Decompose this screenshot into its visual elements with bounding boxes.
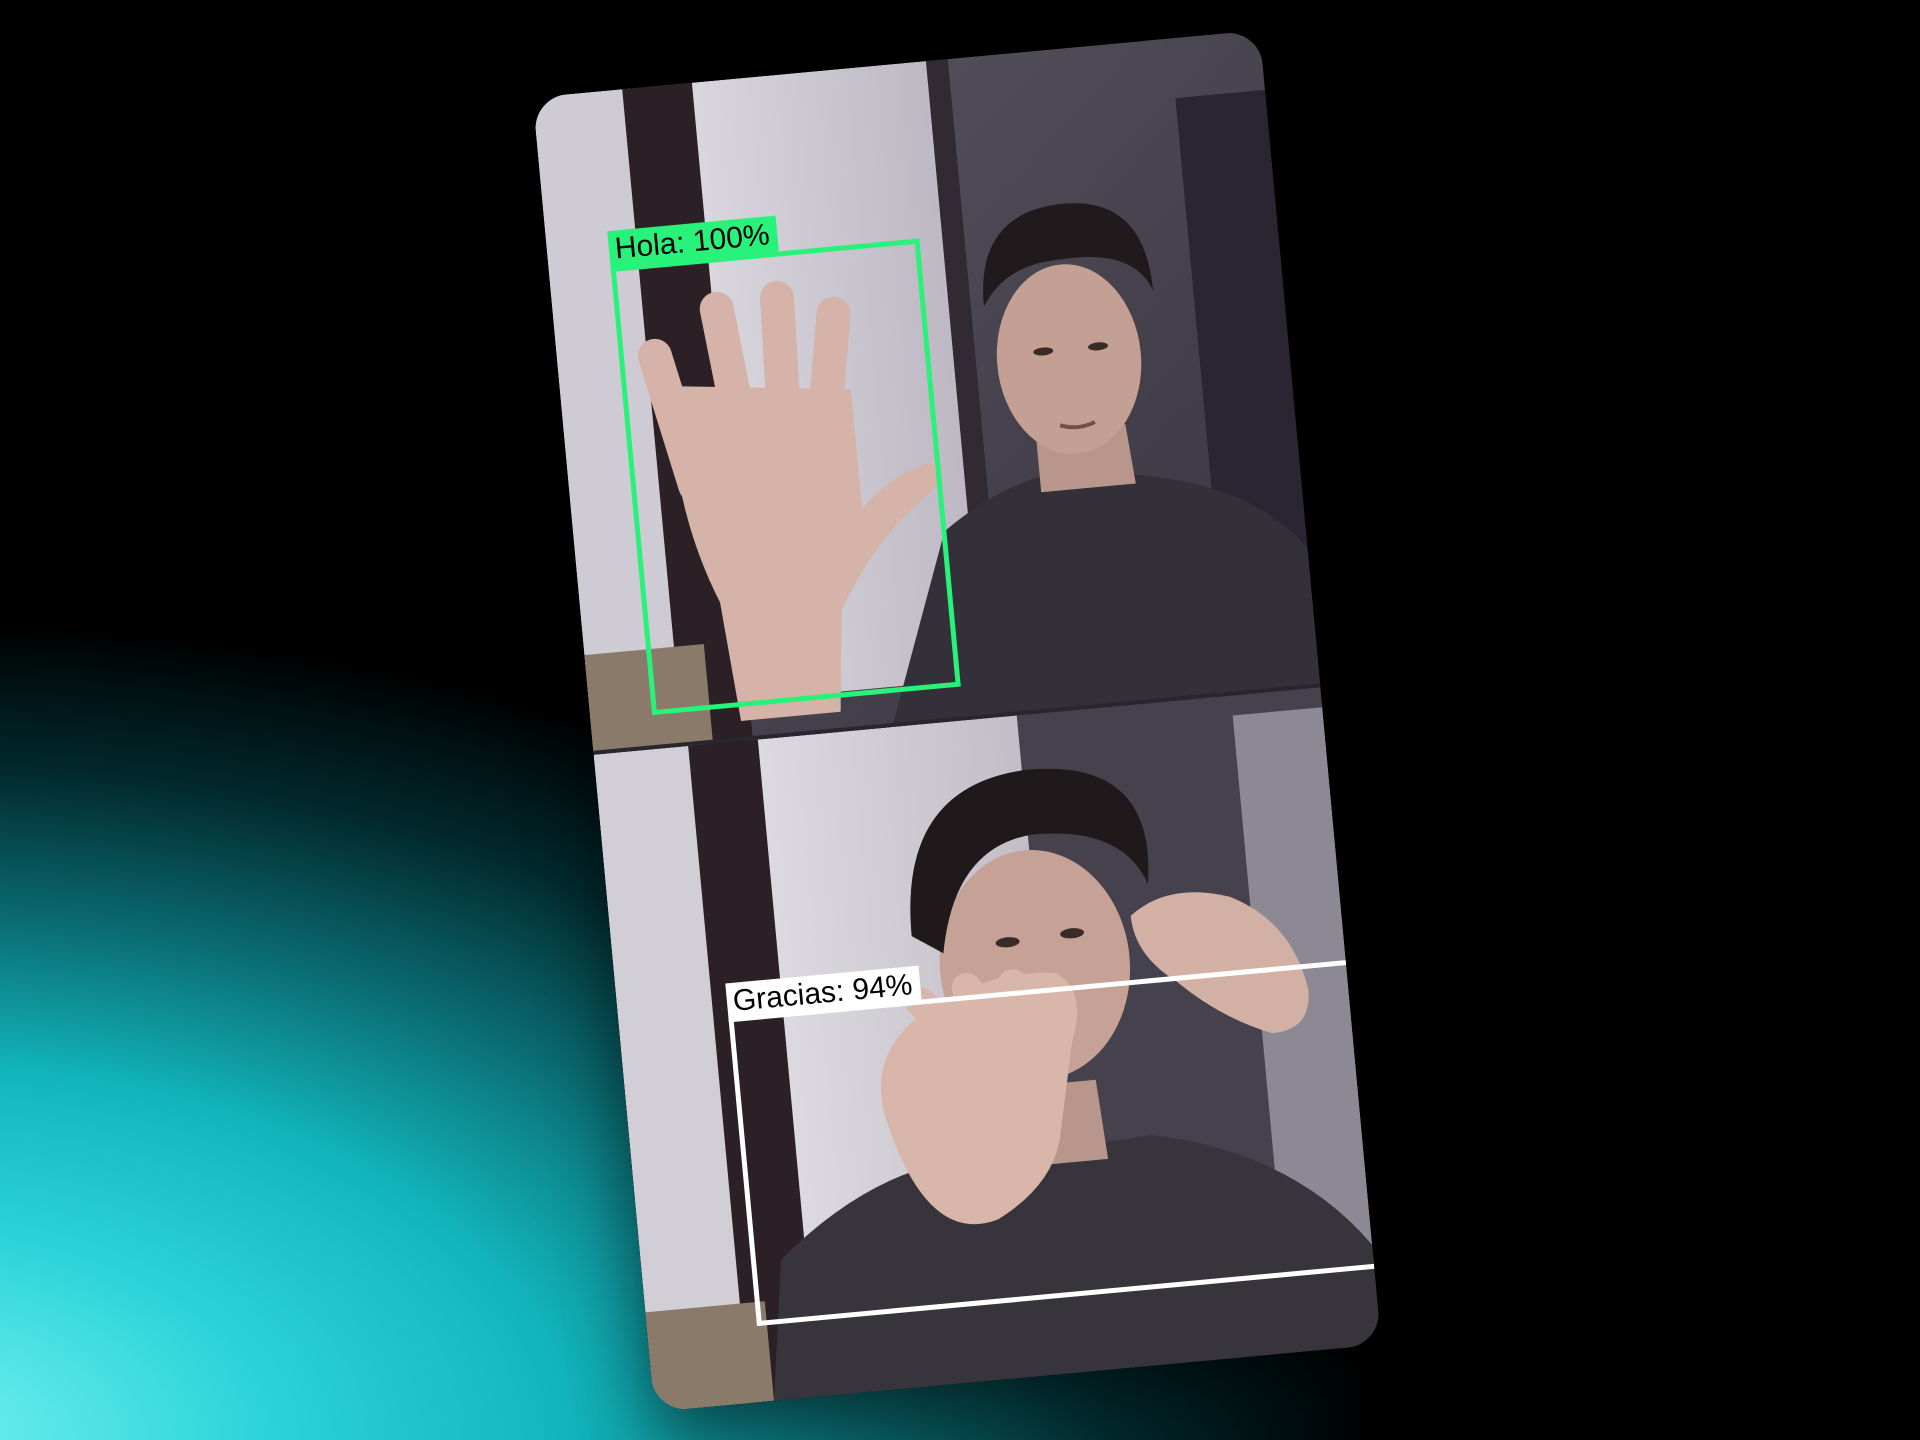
detection-card: Hola: 100% Gracias: 94%	[532, 30, 1382, 1412]
bottom-camera-frame: Gracias: 94%	[593, 687, 1382, 1412]
gracias-detection-box	[728, 958, 1382, 1327]
hola-detection-box	[610, 238, 961, 716]
top-camera-frame: Hola: 100%	[532, 30, 1321, 755]
